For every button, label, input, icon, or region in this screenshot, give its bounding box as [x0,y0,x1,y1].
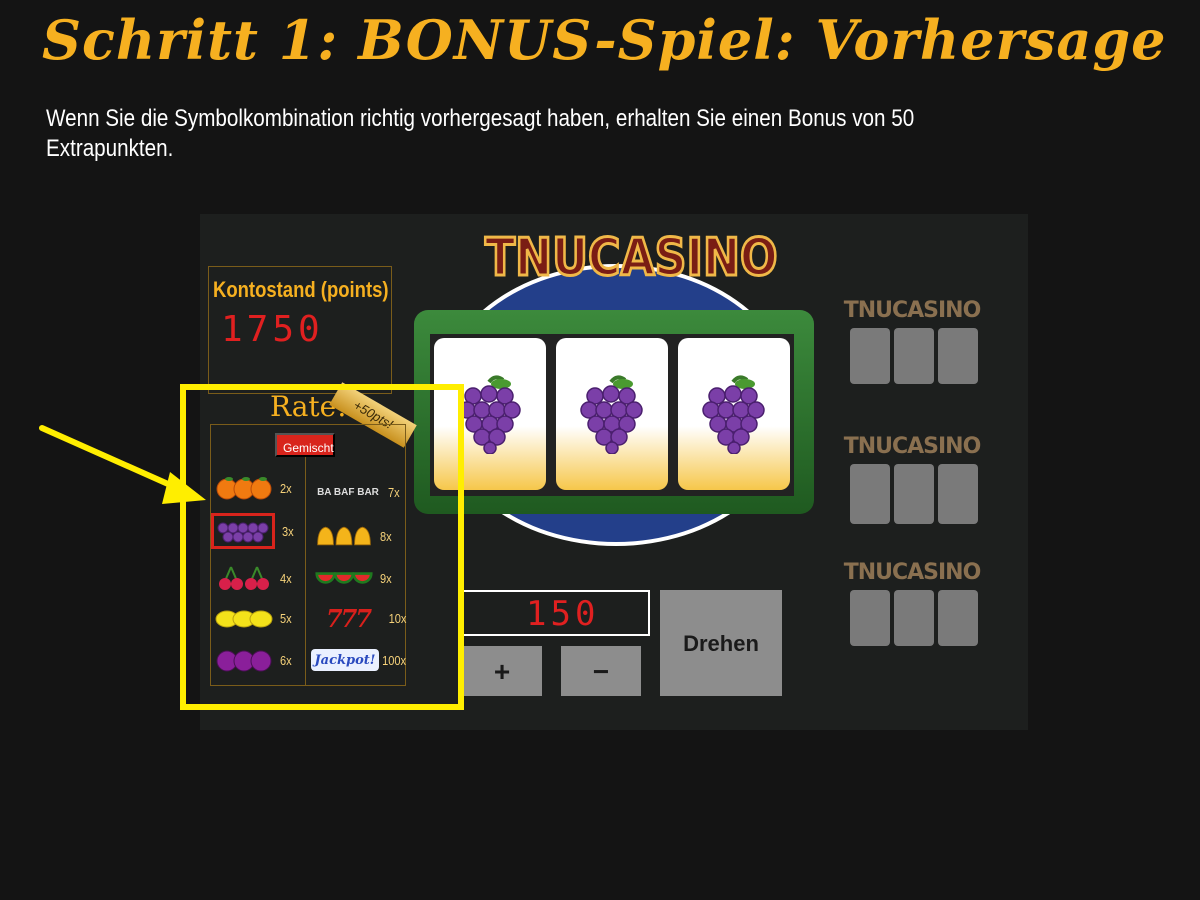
preview-reel [850,328,890,384]
preview-reel [938,328,978,384]
preview-reel [894,464,934,524]
spin-button[interactable]: Drehen [660,590,782,696]
grape-icon [702,375,765,454]
page-title: Schritt 1: BONUS-Spiel: Vorhersage [42,8,1167,72]
balance-label: Kontostand (points) [213,277,389,302]
casino-logo: TNUCASINO [484,227,779,290]
bet-value: 150 [526,594,600,634]
machine-preview-3[interactable]: TNUCASINO [832,560,992,680]
preview-reel [894,328,934,384]
decrease-bet-button[interactable]: − [561,646,641,696]
preview-reel [938,464,978,524]
highlight-frame [180,384,464,710]
balance-panel: Kontostand (points) 1750 [208,266,392,394]
instruction-text: Wenn Sie die Symbolkombination richtig v… [46,105,915,162]
machine-preview-1[interactable]: TNUCASINO [832,298,992,418]
preview-reel [850,464,890,524]
grape-icon [580,375,643,454]
machine-preview-logo: TNUCASINO [843,298,982,323]
machine-preview-logo: TNUCASINO [843,560,982,585]
preview-reel [850,590,890,646]
machine-preview-logo: TNUCASINO [843,434,982,459]
grape-icon [458,375,521,454]
balance-value: 1750 [221,309,324,350]
increase-bet-button[interactable]: + [462,646,542,696]
machine-preview-2[interactable]: TNUCASINO [832,434,992,554]
pointer-arrow-icon [39,425,206,504]
reel-2 [556,338,668,490]
preview-reel [938,590,978,646]
preview-reel [894,590,934,646]
reel-window [430,334,794,496]
bet-display: 150 [462,590,650,636]
reel-3 [678,338,790,490]
